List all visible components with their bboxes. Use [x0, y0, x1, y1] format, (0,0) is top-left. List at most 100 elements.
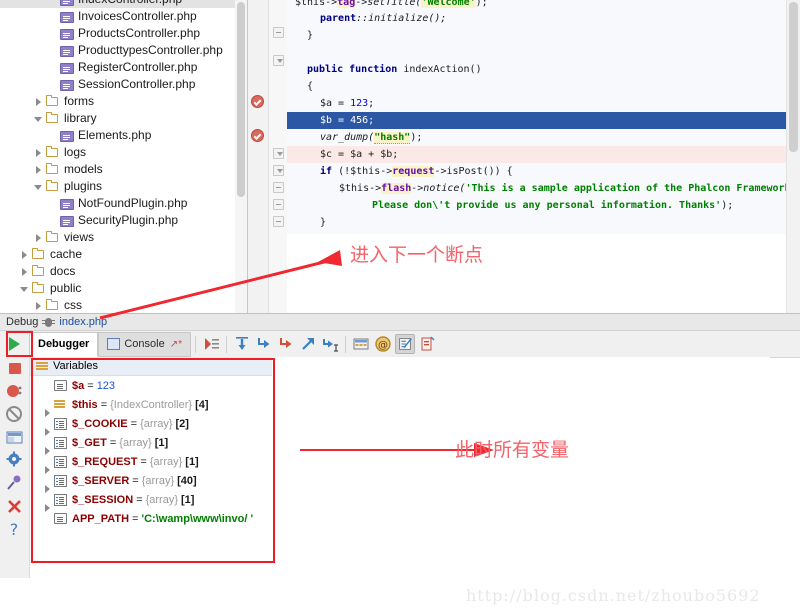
settings-gear-button[interactable] — [0, 449, 29, 472]
debug-configuration-name[interactable]: index.php — [59, 316, 107, 328]
code-line[interactable] — [287, 44, 787, 61]
chevron-open-icon[interactable] — [34, 182, 44, 192]
editor-breakpoint-gutter[interactable] — [248, 0, 269, 313]
breakpoint-marker[interactable] — [251, 129, 264, 142]
tree-item-label: css — [64, 298, 82, 312]
folder-icon — [46, 112, 60, 125]
tree-item[interactable]: models — [0, 161, 248, 178]
restore-layout-button[interactable] — [0, 426, 29, 449]
code-line[interactable]: } — [287, 27, 787, 44]
editor-fold-gutter[interactable] — [269, 0, 302, 313]
fold-marker[interactable] — [273, 216, 284, 227]
chevron-closed-icon[interactable] — [34, 165, 44, 175]
tree-item[interactable]: ProducttypesController.php — [0, 42, 248, 59]
project-tree-scrollbar[interactable] — [235, 0, 247, 313]
code-token: var_dump( — [320, 132, 375, 143]
chevron-closed-icon[interactable] — [34, 233, 44, 243]
help-button[interactable]: ? — [0, 518, 29, 541]
project-tree[interactable]: IndexController.phpInvoicesController.ph… — [0, 0, 248, 313]
tree-item-label: logs — [64, 145, 87, 159]
step-out-icon[interactable] — [298, 334, 318, 354]
editor-scrollbar[interactable] — [786, 0, 800, 313]
fold-marker[interactable] — [273, 182, 284, 193]
fold-marker[interactable] — [273, 27, 284, 38]
console-icon — [107, 338, 121, 350]
code-line[interactable]: $this->flash->notice('This is a sample a… — [287, 180, 787, 197]
editor-scrollbar-thumb[interactable] — [789, 2, 798, 152]
tree-item[interactable]: SessionController.php — [0, 76, 248, 93]
close-button[interactable] — [0, 495, 29, 518]
tree-item[interactable]: forms — [0, 93, 248, 110]
code-line[interactable]: } — [287, 214, 787, 231]
fold-marker[interactable] — [273, 199, 284, 210]
code-line[interactable]: $a = 123; — [287, 95, 787, 112]
chevron-closed-icon[interactable] — [34, 148, 44, 158]
tree-item[interactable]: library — [0, 110, 248, 127]
evaluate-expression-icon[interactable] — [351, 334, 371, 354]
debugger-toolbar[interactable]: Debugger Console ↗* @ — [0, 331, 800, 358]
run-to-cursor-icon[interactable] — [320, 334, 340, 354]
step-into-icon[interactable] — [254, 334, 274, 354]
code-token: $this — [295, 0, 326, 8]
chevron-closed-icon[interactable] — [34, 97, 44, 107]
code-editor[interactable]: $this->tag->setTitle('Welcome'); parent:… — [248, 0, 800, 313]
tree-item[interactable]: public — [0, 280, 248, 297]
chevron-closed-icon[interactable] — [34, 301, 44, 311]
view-breakpoints-button[interactable] — [0, 380, 29, 403]
tree-item[interactable]: IndexController.php — [0, 0, 248, 8]
code-line[interactable]: var_dump("hash"); — [287, 129, 787, 146]
tree-item[interactable]: cache — [0, 246, 248, 263]
tree-item[interactable]: InvoicesController.php — [0, 8, 248, 25]
console-overflow-icon[interactable]: ↗* — [170, 339, 182, 350]
code-token: public function — [307, 64, 398, 75]
chevron-closed-icon[interactable] — [20, 250, 30, 260]
fold-marker[interactable] — [273, 148, 284, 159]
code-line-exec[interactable]: $c = $a + $b; — [287, 146, 787, 163]
code-token: 456 — [350, 115, 369, 126]
tree-item[interactable]: logs — [0, 144, 248, 161]
code-token: 123 — [350, 98, 369, 109]
code-line[interactable]: Please don\'t provide us any personal in… — [287, 197, 787, 214]
chevron-closed-icon[interactable] — [20, 267, 30, 277]
project-tree-scrollbar-thumb[interactable] — [237, 2, 245, 197]
tree-item[interactable]: Elements.php — [0, 127, 248, 144]
tree-item[interactable]: NotFoundPlugin.php — [0, 195, 248, 212]
tree-item[interactable]: views — [0, 229, 248, 246]
code-line-current[interactable]: $b = 456; — [287, 112, 787, 129]
tab-debugger[interactable]: Debugger — [29, 331, 99, 357]
tree-item[interactable]: RegisterController.php — [0, 59, 248, 76]
pin-tab-icon[interactable] — [417, 334, 437, 354]
code-line[interactable]: { — [287, 78, 787, 95]
toolbar-separator — [194, 335, 196, 353]
tree-item[interactable]: plugins — [0, 178, 248, 195]
chevron-open-icon[interactable] — [34, 114, 44, 124]
pin-button[interactable] — [0, 472, 29, 495]
tree-item-label: IndexController.php — [78, 0, 182, 8]
code-line[interactable]: parent::initialize(); — [287, 10, 787, 27]
stop-button[interactable] — [0, 357, 29, 380]
fold-marker[interactable] — [273, 165, 284, 176]
step-over-icon[interactable] — [232, 334, 252, 354]
code-token: 'Welcome' — [421, 0, 476, 8]
code-line[interactable]: public function indexAction() — [287, 61, 787, 78]
debugger-side-toolbar[interactable]: ? — [0, 357, 30, 578]
settings-icon[interactable] — [394, 334, 415, 354]
force-step-into-icon[interactable] — [276, 334, 296, 354]
code-token: Please don\'t provide us any personal in… — [372, 200, 722, 211]
tab-console[interactable]: Console ↗* — [98, 331, 191, 357]
breakpoint-marker[interactable] — [251, 95, 264, 108]
fold-marker[interactable] — [273, 55, 284, 66]
watch-icon[interactable]: @ — [373, 334, 393, 354]
editor-code-area[interactable]: $this->tag->setTitle('Welcome'); parent:… — [287, 0, 787, 234]
tree-item[interactable]: ProductsController.php — [0, 25, 248, 42]
code-line[interactable]: $this->tag->setTitle('Welcome'); — [287, 0, 787, 10]
chevron-open-icon[interactable] — [20, 284, 30, 294]
tree-item[interactable]: css — [0, 297, 248, 313]
code-line[interactable]: if (!$this->request->isPost()) { — [287, 163, 787, 180]
tree-item[interactable]: SecurityPlugin.php — [0, 212, 248, 229]
tree-item[interactable]: docs — [0, 263, 248, 280]
show-execution-point-icon[interactable] — [201, 334, 221, 354]
mute-breakpoints-button[interactable] — [0, 403, 29, 426]
